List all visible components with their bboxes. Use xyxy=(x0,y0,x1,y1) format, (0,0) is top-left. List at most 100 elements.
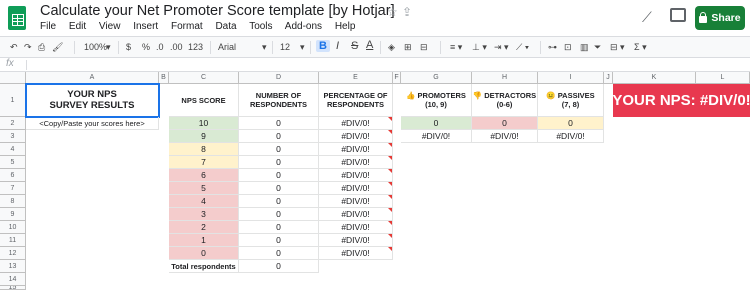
row-header-7[interactable]: 7 xyxy=(0,182,26,195)
row-header-5[interactable]: 5 xyxy=(0,156,26,169)
increase-decimal-button[interactable]: .00 xyxy=(170,42,183,52)
nps-result-banner[interactable]: YOUR NPS: #DIV/0! xyxy=(612,84,750,117)
respondent-percent-cell[interactable]: #DIV/0! xyxy=(319,117,393,130)
menu-data[interactable]: Data xyxy=(215,21,236,32)
respondent-percent-cell[interactable]: #DIV/0! xyxy=(319,208,393,221)
filter-views-icon[interactable]: ⊟ ▾ xyxy=(610,42,625,53)
respondent-count-cell[interactable]: 0 xyxy=(239,143,319,156)
comment-icon[interactable] xyxy=(670,8,686,22)
total-respondents-value[interactable]: 0 xyxy=(239,260,319,273)
row-header-11[interactable]: 11 xyxy=(0,234,26,247)
nps-score-cell[interactable]: 3 xyxy=(169,208,239,221)
undo-icon[interactable]: ↶ xyxy=(10,42,18,53)
cell-g1[interactable]: 👍 PROMOTERS (10, 9) xyxy=(401,84,472,117)
document-title[interactable]: Calculate your Net Promoter Score templa… xyxy=(40,3,395,19)
column-header-j[interactable]: J xyxy=(604,72,613,84)
cell-a1[interactable]: YOUR NPS SURVEY RESULTS xyxy=(26,84,159,117)
vertical-align-icon[interactable]: ⊥ ▾ xyxy=(472,42,487,53)
respondent-count-cell[interactable]: 0 xyxy=(239,208,319,221)
insert-link-icon[interactable]: ⊶ xyxy=(548,42,557,53)
column-header-i[interactable]: I xyxy=(538,72,604,84)
strikethrough-button[interactable]: S xyxy=(351,40,358,52)
menu-view[interactable]: View xyxy=(99,21,121,32)
nps-score-cell[interactable]: 10 xyxy=(169,117,239,130)
respondent-count-cell[interactable]: 0 xyxy=(239,156,319,169)
detractors-percent[interactable]: #DIV/0! xyxy=(472,130,538,143)
column-header-e[interactable]: E xyxy=(319,72,393,84)
font-size-select[interactable]: 12 xyxy=(280,42,290,52)
column-header-k[interactable]: K xyxy=(613,72,696,84)
fill-color-icon[interactable]: ◈ xyxy=(388,42,395,53)
menu-help[interactable]: Help xyxy=(335,21,356,32)
respondent-percent-cell[interactable]: #DIV/0! xyxy=(319,182,393,195)
borders-icon[interactable]: ⊞ xyxy=(404,42,412,53)
menu-addons[interactable]: Add-ons xyxy=(285,21,322,32)
font-select[interactable]: Arial xyxy=(218,42,236,52)
detractors-count[interactable]: 0 xyxy=(472,117,538,130)
column-header-g[interactable]: G xyxy=(401,72,472,84)
nps-score-cell[interactable]: 1 xyxy=(169,234,239,247)
nps-score-cell[interactable]: 7 xyxy=(169,156,239,169)
merge-cells-icon[interactable]: ⊟ xyxy=(420,42,428,53)
passives-percent[interactable]: #DIV/0! xyxy=(538,130,604,143)
italic-button[interactable]: I xyxy=(336,40,339,52)
row-header-1[interactable]: 1 xyxy=(0,84,26,117)
promoters-count[interactable]: 0 xyxy=(401,117,472,130)
share-button[interactable]: Share xyxy=(695,6,745,30)
row-header-6[interactable]: 6 xyxy=(0,169,26,182)
respondent-percent-cell[interactable]: #DIV/0! xyxy=(319,156,393,169)
zoom-select[interactable]: 100% xyxy=(84,42,107,52)
column-header-b[interactable]: B xyxy=(159,72,169,84)
menu-edit[interactable]: Edit xyxy=(69,21,86,32)
menu-insert[interactable]: Insert xyxy=(133,21,158,32)
respondent-percent-cell[interactable]: #DIV/0! xyxy=(319,195,393,208)
column-header-f[interactable]: F xyxy=(393,72,401,84)
move-to-folder-icon[interactable]: ⇪ xyxy=(402,5,412,19)
star-icon[interactable]: ☆ xyxy=(387,5,398,19)
row-header-10[interactable]: 10 xyxy=(0,221,26,234)
redo-icon[interactable]: ↷ xyxy=(24,42,32,53)
respondent-count-cell[interactable]: 0 xyxy=(239,182,319,195)
nps-score-cell[interactable]: 8 xyxy=(169,143,239,156)
column-header-l[interactable]: L xyxy=(696,72,750,84)
more-formats-button[interactable]: 123 xyxy=(188,42,203,52)
menu-tools[interactable]: Tools xyxy=(249,21,272,32)
respondent-percent-cell[interactable]: #DIV/0! xyxy=(319,143,393,156)
column-header-c[interactable]: C xyxy=(169,72,239,84)
respondent-percent-cell[interactable]: #DIV/0! xyxy=(319,221,393,234)
respondent-count-cell[interactable]: 0 xyxy=(239,130,319,143)
row-header-8[interactable]: 8 xyxy=(0,195,26,208)
respondent-count-cell[interactable]: 0 xyxy=(239,221,319,234)
select-all-corner[interactable] xyxy=(0,72,26,84)
respondent-percent-cell[interactable]: #DIV/0! xyxy=(319,169,393,182)
cell-c1[interactable]: NPS SCORE xyxy=(169,84,239,117)
nps-score-cell[interactable]: 4 xyxy=(169,195,239,208)
cell-e1[interactable]: PERCENTAGE OF RESPONDENTS xyxy=(319,84,393,117)
paint-format-icon[interactable]: 🖌 xyxy=(52,42,63,53)
respondent-percent-cell[interactable]: #DIV/0! xyxy=(319,247,393,260)
row-header-4[interactable]: 4 xyxy=(0,143,26,156)
row-header-12[interactable]: 12 xyxy=(0,247,26,260)
insert-chart-icon[interactable]: ▥ xyxy=(580,42,589,53)
print-icon[interactable]: ⎙ xyxy=(38,42,45,53)
text-rotation-icon[interactable]: ⟋ ▾ xyxy=(516,42,529,53)
column-header-d[interactable]: D xyxy=(239,72,319,84)
respondent-percent-cell[interactable]: #DIV/0! xyxy=(319,234,393,247)
menu-file[interactable]: File xyxy=(40,21,56,32)
row-header-14[interactable]: 14 xyxy=(0,273,26,286)
text-color-button[interactable]: A xyxy=(366,39,373,51)
percent-button[interactable]: % xyxy=(142,42,150,52)
text-wrap-icon[interactable]: ⇥ ▾ xyxy=(494,42,509,53)
nps-score-cell[interactable]: 0 xyxy=(169,247,239,260)
nps-score-cell[interactable]: 2 xyxy=(169,221,239,234)
menu-format[interactable]: Format xyxy=(171,21,203,32)
respondent-count-cell[interactable]: 0 xyxy=(239,169,319,182)
row-header-9[interactable]: 9 xyxy=(0,208,26,221)
activity-trend-icon[interactable]: ⟋ xyxy=(642,9,652,26)
respondent-count-cell[interactable]: 0 xyxy=(239,234,319,247)
cell-i1[interactable]: 😐 PASSIVES (7, 8) xyxy=(538,84,604,117)
passives-count[interactable]: 0 xyxy=(538,117,604,130)
nps-score-cell[interactable]: 9 xyxy=(169,130,239,143)
respondent-percent-cell[interactable]: #DIV/0! xyxy=(319,130,393,143)
row-header-13[interactable]: 13 xyxy=(0,260,26,273)
